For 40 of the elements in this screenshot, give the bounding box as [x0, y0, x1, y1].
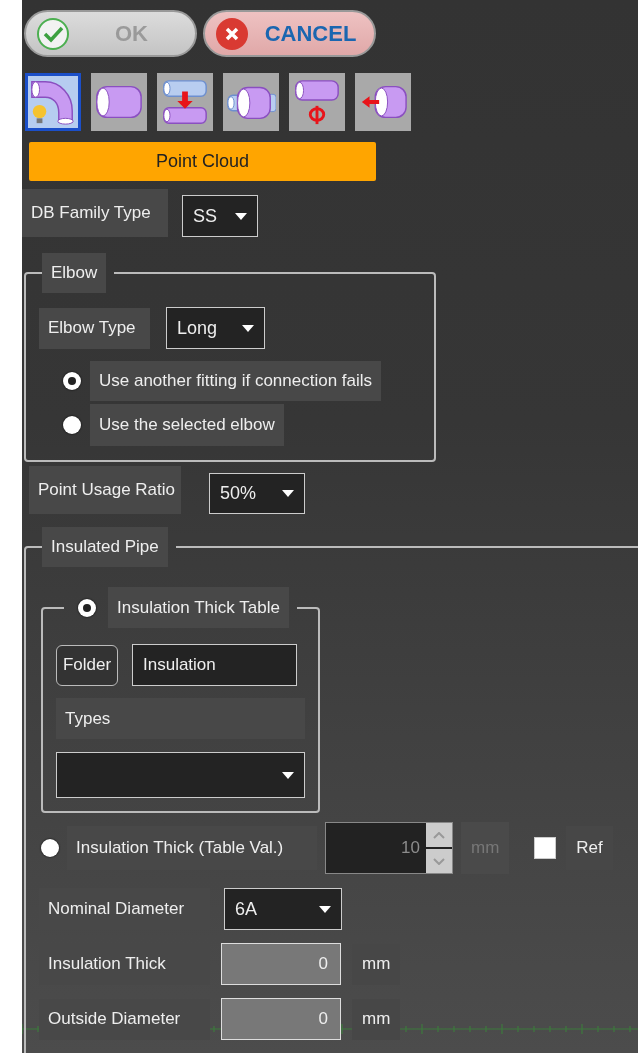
option-label: Use another fitting if connection fails	[90, 361, 382, 401]
pipe-diameter-icon	[292, 77, 342, 127]
unit-label: mm	[352, 998, 401, 1040]
tool-button[interactable]	[223, 73, 279, 131]
field-label: DB Family Type	[22, 188, 168, 237]
tool-button[interactable]	[25, 73, 81, 131]
caret-icon	[319, 905, 331, 913]
pipe-move-icon	[160, 77, 210, 127]
tool-button[interactable]	[289, 73, 345, 131]
field-label: Point Usage Ratio	[29, 466, 181, 514]
close-icon	[215, 16, 249, 51]
field-label: Types	[56, 698, 305, 739]
tool-button[interactable]	[157, 73, 213, 131]
dropdown[interactable]	[56, 752, 305, 798]
chevron-down-icon	[433, 857, 445, 865]
caret-icon	[242, 324, 254, 332]
option-label: Use the selected elbow	[90, 404, 284, 446]
caret-icon	[282, 771, 294, 779]
chevron-up-icon	[433, 831, 445, 839]
radio-button[interactable]	[63, 372, 81, 390]
radio-button[interactable]	[63, 416, 81, 434]
tool-button[interactable]	[91, 73, 147, 131]
number-field[interactable]: 0	[221, 998, 341, 1040]
dropdown[interactable]: SS	[182, 195, 258, 237]
radio-button[interactable]	[78, 598, 96, 617]
group-title: Elbow	[42, 253, 107, 293]
check-icon	[36, 16, 70, 51]
text-field[interactable]: Insulation	[132, 644, 297, 686]
number-field[interactable]: 0	[221, 943, 341, 985]
folder-button[interactable]: Folder	[56, 644, 118, 686]
group-title: Insulation Thick Table	[108, 587, 289, 628]
dropdown[interactable]: 6A	[224, 888, 342, 930]
caret-icon	[282, 489, 294, 497]
point-cloud-button[interactable]: Point Cloud	[29, 142, 376, 181]
dropdown[interactable]: Long	[166, 307, 265, 349]
dropdown[interactable]: 50%	[209, 472, 305, 514]
caret-icon	[235, 212, 247, 220]
group-title: Insulated Pipe	[42, 527, 168, 567]
field-label: Elbow Type	[39, 307, 150, 349]
tool-button[interactable]	[355, 73, 411, 131]
